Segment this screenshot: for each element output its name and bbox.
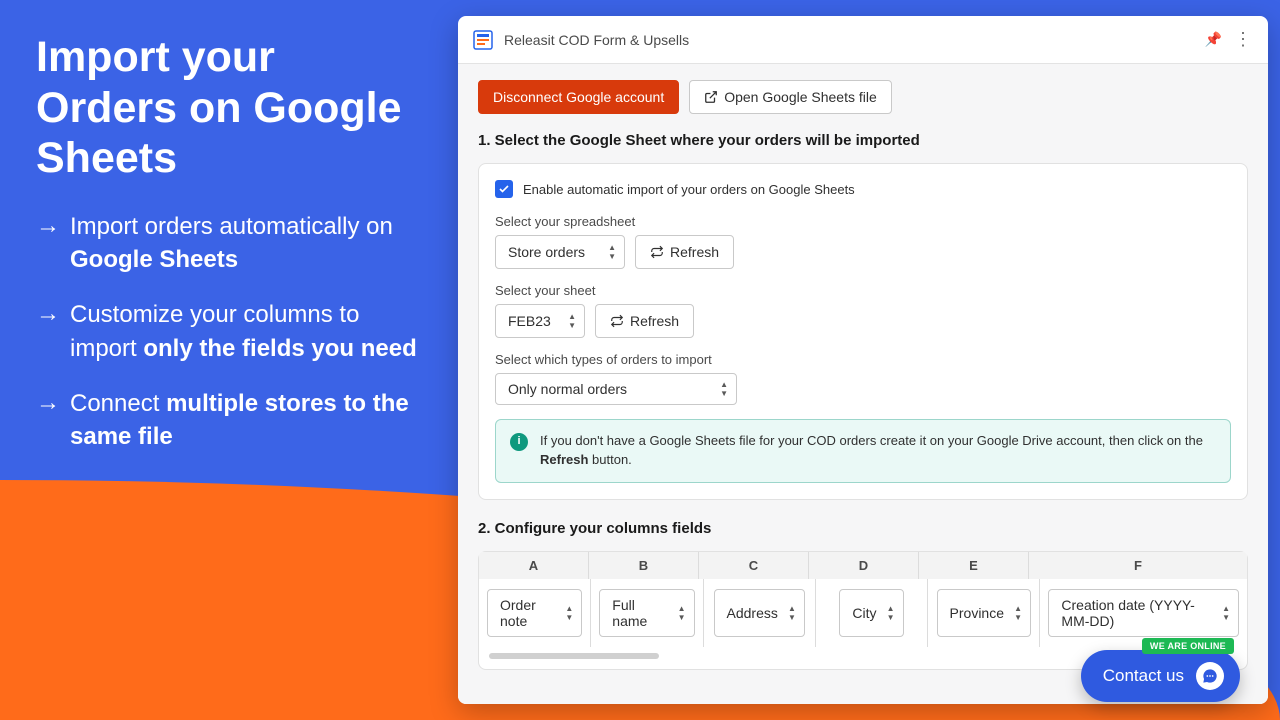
app-window: Releasit COD Form & Upsells 📌 ⋮ Disconne…: [458, 16, 1268, 704]
order-type-select[interactable]: Only normal orders ▲▼: [495, 373, 737, 405]
column-field-row: Order note▲▼ Full name▲▼ Address▲▼ City▲…: [479, 579, 1247, 647]
refresh-spreadsheet-button[interactable]: Refresh: [635, 235, 734, 269]
bullet-3: → Connect multiple stores to the same fi…: [36, 387, 426, 453]
marketing-copy: Import your Orders on Google Sheets → Im…: [36, 32, 426, 475]
updown-icon: ▲▼: [678, 604, 686, 622]
arrow-icon: →: [36, 298, 60, 364]
enable-checkbox[interactable]: [495, 180, 513, 198]
bullet-1: → Import orders automatically on Google …: [36, 210, 426, 276]
col-header: D: [809, 552, 919, 579]
col-header: B: [589, 552, 699, 579]
updown-icon: ▲▼: [565, 604, 573, 622]
field-select-e[interactable]: Province▲▼: [937, 589, 1031, 637]
field-select-f[interactable]: Creation date (YYYY-MM-DD)▲▼: [1048, 589, 1239, 637]
chat-label: Contact us: [1103, 666, 1184, 686]
chat-widget[interactable]: WE ARE ONLINE Contact us: [1081, 650, 1240, 702]
updown-icon: ▲▼: [568, 312, 576, 330]
field-select-d[interactable]: City▲▼: [839, 589, 903, 637]
disconnect-button[interactable]: Disconnect Google account: [478, 80, 679, 114]
col-header: E: [919, 552, 1029, 579]
app-title: Releasit COD Form & Upsells: [504, 32, 689, 48]
refresh-icon: [650, 245, 664, 259]
refresh-sheet-button[interactable]: Refresh: [595, 304, 694, 338]
spreadsheet-select[interactable]: Store orders ▲▼: [495, 235, 625, 269]
updown-icon: ▲▼: [1014, 604, 1022, 622]
open-sheets-button[interactable]: Open Google Sheets file: [689, 80, 892, 114]
arrow-icon: →: [36, 387, 60, 453]
arrow-icon: →: [36, 210, 60, 276]
app-body: Disconnect Google account Open Google Sh…: [458, 64, 1268, 704]
updown-icon: ▲▼: [720, 380, 728, 398]
sheet-label: Select your sheet: [495, 283, 1231, 298]
bullet-text: Connect multiple stores to the same file: [70, 387, 426, 453]
external-link-icon: [704, 90, 718, 104]
pin-icon[interactable]: 📌: [1201, 27, 1226, 52]
section-2-title: 2. Configure your columns fields: [478, 520, 1248, 537]
updown-icon: ▲▼: [788, 604, 796, 622]
bullet-text: Import orders automatically on Google Sh…: [70, 210, 426, 276]
section-1-panel: Enable automatic import of your orders o…: [478, 163, 1248, 500]
sheet-select[interactable]: FEB23 ▲▼: [495, 304, 585, 338]
spreadsheet-label: Select your spreadsheet: [495, 214, 1231, 229]
bullet-text: Customize your columns to import only th…: [70, 298, 426, 364]
info-icon: i: [510, 433, 528, 451]
info-notice: i If you don't have a Google Sheets file…: [495, 419, 1231, 483]
bullet-2: → Customize your columns to import only …: [36, 298, 426, 364]
refresh-icon: [610, 314, 624, 328]
field-select-c[interactable]: Address▲▼: [714, 589, 805, 637]
updown-icon: ▲▼: [608, 243, 616, 261]
col-header: C: [699, 552, 809, 579]
updown-icon: ▲▼: [887, 604, 895, 622]
app-logo-icon: [472, 29, 494, 51]
col-header: A: [479, 552, 589, 579]
online-badge: WE ARE ONLINE: [1142, 638, 1234, 654]
field-select-b[interactable]: Full name▲▼: [599, 589, 694, 637]
more-icon[interactable]: ⋮: [1226, 25, 1254, 54]
order-type-label: Select which types of orders to import: [495, 352, 1231, 367]
section-1-title: 1. Select the Google Sheet where your or…: [478, 132, 1248, 149]
column-header-row: A B C D E F: [479, 552, 1247, 579]
updown-icon: ▲▼: [1222, 604, 1230, 622]
field-select-a[interactable]: Order note▲▼: [487, 589, 582, 637]
col-header: F: [1029, 552, 1247, 579]
enable-label: Enable automatic import of your orders o…: [523, 182, 855, 197]
hero-title: Import your Orders on Google Sheets: [36, 32, 426, 184]
chat-bubble-icon: [1196, 662, 1224, 690]
app-header: Releasit COD Form & Upsells 📌 ⋮: [458, 16, 1268, 64]
